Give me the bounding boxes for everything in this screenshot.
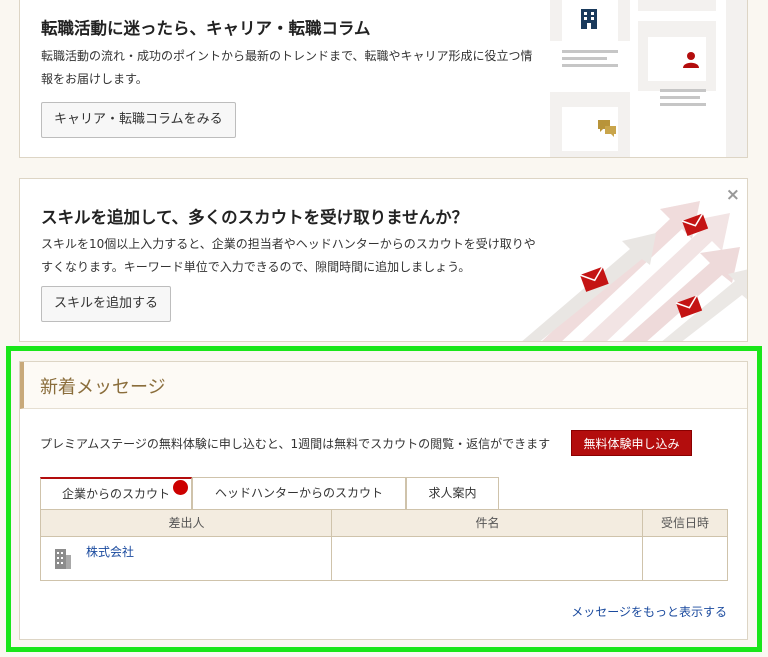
company-building-icon xyxy=(55,549,71,569)
show-more-messages-link[interactable]: メッセージをもっと表示する xyxy=(571,603,727,620)
chat-icon xyxy=(598,120,616,137)
table-header: 差出人 件名 受信日時 xyxy=(41,510,727,537)
skill-card-title: スキルを追加して、多くのスカウトを受け取りませんか？ xyxy=(41,208,469,227)
tab-company-scout[interactable]: 企業からのスカウト xyxy=(40,477,192,509)
sender-link[interactable]: 株式会社 xyxy=(86,543,134,560)
arrows-illustration xyxy=(522,201,747,341)
building-icon xyxy=(581,9,597,29)
person-icon xyxy=(683,52,699,68)
new-messages-panel: 新着メッセージ プレミアムステージの無料体験に申し込むと、1週間は無料でスカウト… xyxy=(19,361,748,640)
tab-job-info[interactable]: 求人案内 xyxy=(406,477,499,509)
panel-title: 新着メッセージ xyxy=(40,377,166,398)
premium-promo-text: プレミアムステージの無料体験に申し込むと、1週間は無料でスカウトの閲覧・返信がで… xyxy=(40,437,551,451)
skill-card-description: スキルを10個以上入力すると、企業の担当者やヘッドハンターからのスカウトを受け取… xyxy=(41,237,536,274)
panel-header: 新着メッセージ xyxy=(20,362,747,409)
skill-card: スキルを追加して、多くのスカウトを受け取りませんか？ スキルを10個以上入力する… xyxy=(19,178,748,342)
column-card: 転職活動に迷ったら、キャリア・転職コラム 転職活動の流れ・成功のポイントから最新… xyxy=(19,0,748,158)
notification-dot xyxy=(173,480,188,495)
tab-label: 企業からのスカウト xyxy=(61,487,170,501)
column-header-subject: 件名 xyxy=(475,516,500,530)
tab-label: ヘッドハンターからのスカウト xyxy=(214,486,383,500)
column-button[interactable]: キャリア・転職コラムをみる xyxy=(41,102,236,138)
column-header-sender: 差出人 xyxy=(168,516,205,530)
add-skill-button[interactable]: スキルを追加する xyxy=(41,286,172,322)
column-header-date: 受信日時 xyxy=(660,516,709,530)
messages-table: 差出人 件名 受信日時 株式会社 xyxy=(40,509,728,581)
tab-label: 求人案内 xyxy=(428,486,477,500)
tab-headhunter-scout[interactable]: ヘッドハンターからのスカウト xyxy=(192,477,406,509)
column-card-description: 転職活動の流れ・成功のポイントから最新のトレンドまで、転職やキャリア形成に役立つ… xyxy=(41,49,533,86)
close-icon[interactable]: × xyxy=(726,185,740,205)
column-illustration xyxy=(550,0,747,157)
free-trial-button[interactable]: 無料体験申し込み xyxy=(571,430,692,456)
column-card-title: 転職活動に迷ったら、キャリア・転職コラム xyxy=(41,19,371,38)
